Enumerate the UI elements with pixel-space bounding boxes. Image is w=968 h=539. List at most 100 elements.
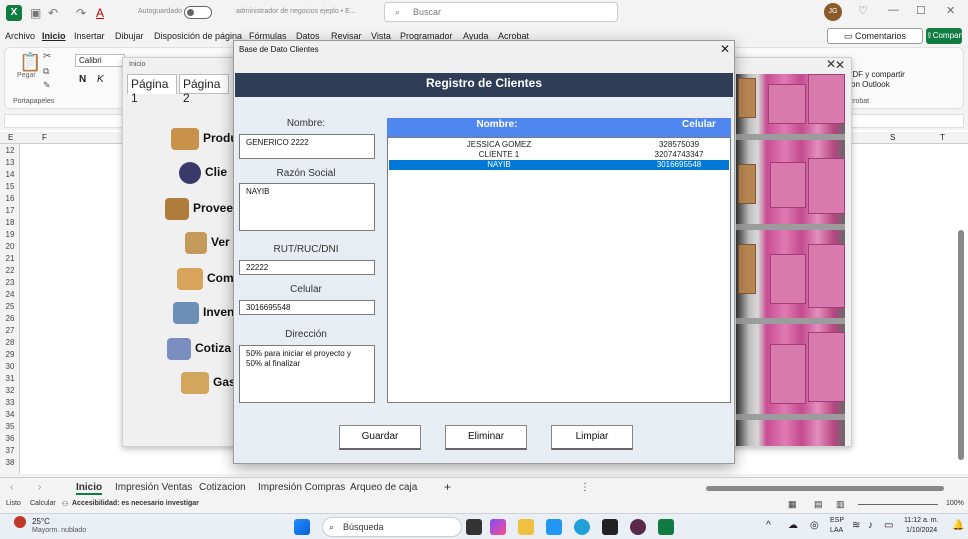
row-number[interactable]: 13 bbox=[2, 158, 18, 167]
tab-inicio[interactable]: Inicio bbox=[42, 31, 66, 41]
row-number[interactable]: 31 bbox=[2, 374, 18, 383]
dialog-close-icon[interactable]: ✕ bbox=[720, 42, 730, 56]
edge-icon[interactable] bbox=[574, 519, 590, 535]
column-header-f[interactable]: F bbox=[42, 133, 47, 142]
row-number[interactable]: 29 bbox=[2, 350, 18, 359]
avatar[interactable]: JG bbox=[824, 3, 842, 21]
task-view-icon[interactable] bbox=[466, 519, 482, 535]
normal-view-icon[interactable]: ▦ bbox=[788, 499, 797, 510]
close-window-icon[interactable]: ✕ bbox=[946, 4, 955, 17]
row-number[interactable]: 17 bbox=[2, 206, 18, 215]
undo-icon[interactable]: ↶ bbox=[48, 6, 58, 20]
row-number[interactable]: 14 bbox=[2, 170, 18, 179]
onedrive-icon[interactable]: ◎ bbox=[810, 520, 819, 531]
list-item-selected[interactable]: NAYIB 3016695548 bbox=[389, 160, 729, 170]
limpiar-button[interactable]: Limpiar bbox=[551, 425, 633, 450]
row-number[interactable]: 33 bbox=[2, 398, 18, 407]
clock-time[interactable]: 11:12 a. m. bbox=[904, 517, 939, 524]
media-icon[interactable] bbox=[630, 519, 646, 535]
sheet-tab-cotizacion[interactable]: Cotizacion bbox=[199, 482, 246, 493]
file-explorer-icon[interactable] bbox=[518, 519, 534, 535]
tab-insertar[interactable]: Insertar bbox=[74, 31, 105, 41]
menu-productos[interactable]: Produ bbox=[171, 128, 238, 150]
column-header-e[interactable]: E bbox=[8, 133, 13, 142]
pdf-share-button[interactable]: PDF y compartir con Outlook bbox=[847, 70, 913, 90]
battery-icon[interactable]: ▭ bbox=[884, 520, 893, 531]
cloud-icon[interactable]: ☁ bbox=[788, 520, 798, 531]
tab-disposicion[interactable]: Disposición de página bbox=[154, 31, 242, 41]
list-item[interactable]: CLIENTE 1 32074743347 bbox=[389, 150, 729, 160]
clipboard-icon[interactable]: 📋 bbox=[19, 52, 41, 73]
guardar-button[interactable]: Guardar bbox=[339, 425, 421, 450]
nombre-field[interactable]: GENERICO 2222 bbox=[239, 134, 375, 159]
format-painter-icon[interactable]: ✎ bbox=[43, 80, 51, 91]
tab-pagina-2[interactable]: Página 2 bbox=[179, 74, 229, 105]
windows-start-icon[interactable] bbox=[294, 519, 310, 535]
row-number[interactable]: 38 bbox=[2, 458, 18, 467]
sheet-tab-arqueo[interactable]: Arqueo de caja bbox=[350, 482, 417, 493]
razon-social-field[interactable]: NAYIB bbox=[239, 183, 375, 231]
menu-ventas[interactable]: Ver bbox=[185, 232, 230, 254]
row-number[interactable]: 37 bbox=[2, 446, 18, 455]
taskbar-search[interactable]: ⌕ Búsqueda bbox=[322, 517, 462, 537]
row-number[interactable]: 26 bbox=[2, 314, 18, 323]
row-number[interactable]: 35 bbox=[2, 422, 18, 431]
notifications-icon[interactable]: 🔔 bbox=[952, 520, 964, 531]
status-calcular[interactable]: Calcular bbox=[30, 500, 56, 507]
row-number[interactable]: 20 bbox=[2, 242, 18, 251]
volume-icon[interactable]: ♪ bbox=[868, 520, 873, 531]
more-options-icon[interactable]: ⋮ bbox=[580, 482, 590, 493]
row-number[interactable]: 18 bbox=[2, 218, 18, 227]
row-number[interactable]: 28 bbox=[2, 338, 18, 347]
vertical-scrollbar[interactable] bbox=[958, 230, 964, 460]
cut-icon[interactable]: ✂ bbox=[43, 51, 51, 62]
row-number[interactable]: 19 bbox=[2, 230, 18, 239]
store-icon[interactable] bbox=[546, 519, 562, 535]
direccion-field[interactable]: 50% para iniciar el proyecto y 50% al fi… bbox=[239, 345, 375, 403]
row-number[interactable]: 27 bbox=[2, 326, 18, 335]
menu-proveedores[interactable]: Provee bbox=[165, 198, 233, 220]
row-number[interactable]: 36 bbox=[2, 434, 18, 443]
language-code[interactable]: ESP bbox=[830, 517, 844, 524]
next-sheet-icon[interactable]: › bbox=[38, 482, 41, 493]
bold-button[interactable]: N bbox=[79, 74, 86, 85]
wifi-icon[interactable]: ≋ bbox=[852, 520, 860, 531]
row-number[interactable]: 23 bbox=[2, 278, 18, 287]
row-number[interactable]: 30 bbox=[2, 362, 18, 371]
horizontal-scrollbar[interactable] bbox=[706, 486, 944, 491]
autosave-toggle[interactable] bbox=[184, 6, 212, 19]
copilot-icon[interactable] bbox=[490, 519, 506, 535]
tab-pagina-1[interactable]: Página 1 bbox=[127, 74, 177, 105]
sheet-tab-impresion-ventas[interactable]: Impresión Ventas bbox=[115, 482, 192, 493]
row-number[interactable]: 16 bbox=[2, 194, 18, 203]
column-header-t[interactable]: T bbox=[940, 133, 945, 142]
compartir-button[interactable]: ⇪Compartir bbox=[926, 28, 962, 44]
row-number[interactable]: 12 bbox=[2, 146, 18, 155]
tab-archivo[interactable]: Archivo bbox=[5, 31, 35, 41]
tab-dibujar[interactable]: Dibujar bbox=[115, 31, 144, 41]
font-name-box[interactable]: Calibri bbox=[75, 54, 125, 67]
row-number[interactable]: 34 bbox=[2, 410, 18, 419]
menu-gastos[interactable]: Gas bbox=[181, 372, 236, 394]
italic-button[interactable]: K bbox=[97, 74, 104, 85]
copy-icon[interactable]: ⧉ bbox=[43, 66, 49, 77]
chevron-up-icon[interactable]: ^ bbox=[766, 520, 771, 531]
sheet-tab-impresion-compras[interactable]: Impresión Compras bbox=[258, 482, 345, 493]
prev-sheet-icon[interactable]: ‹ bbox=[10, 482, 13, 493]
row-number[interactable]: 32 bbox=[2, 386, 18, 395]
page-layout-icon[interactable]: ▤ bbox=[814, 499, 823, 510]
clientes-listbox[interactable]: JESSICA GOMEZ 328575039 CLIENTE 1 320747… bbox=[387, 137, 731, 403]
clock-date[interactable]: 1/10/2024 bbox=[906, 527, 937, 534]
zoom-slider[interactable] bbox=[858, 504, 938, 505]
row-number[interactable]: 15 bbox=[2, 182, 18, 191]
menu-clientes[interactable]: Clie bbox=[179, 162, 227, 184]
sheet-tab-inicio[interactable]: Inicio bbox=[76, 482, 103, 495]
status-accesibilidad[interactable]: Accesibilidad: es necesario investigar bbox=[72, 500, 199, 507]
close-icon[interactable]: ✕ bbox=[826, 57, 836, 71]
row-number[interactable]: 25 bbox=[2, 302, 18, 311]
menu-inventario[interactable]: Inven bbox=[173, 302, 234, 324]
close-icon[interactable]: ✕ bbox=[835, 58, 845, 72]
row-number[interactable]: 22 bbox=[2, 266, 18, 275]
maximize-icon[interactable]: ☐ bbox=[916, 4, 926, 17]
celular-field[interactable]: 3016695548 bbox=[239, 300, 375, 315]
